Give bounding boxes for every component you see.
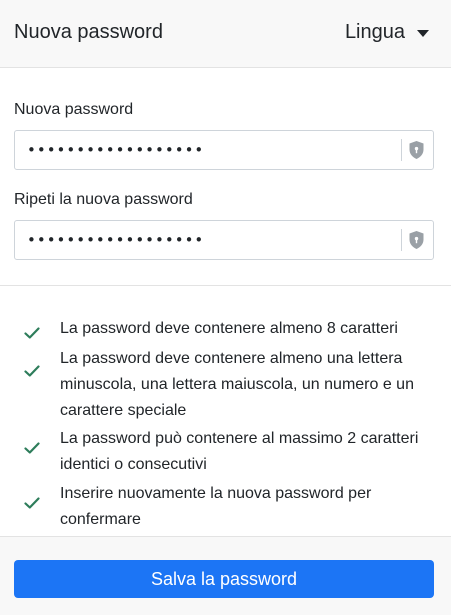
requirement-text: Inserire nuovamente la nuova password pe… xyxy=(60,485,372,528)
language-dropdown[interactable]: Lingua xyxy=(345,21,429,44)
check-icon xyxy=(24,327,40,339)
requirement-text: La password deve contenere almeno 8 cara… xyxy=(60,320,398,337)
section-divider xyxy=(0,285,451,286)
repeat-password-label: Ripeti la nuova password xyxy=(14,191,193,208)
page-title: Nuova password xyxy=(14,21,163,43)
new-password-label: Nuova password xyxy=(14,101,134,118)
save-password-button[interactable]: Salva la password xyxy=(14,560,434,598)
footer-bar: Salva la password xyxy=(0,536,451,615)
repeat-password-input[interactable] xyxy=(15,221,400,259)
input-separator xyxy=(401,139,402,161)
check-icon xyxy=(24,497,40,509)
input-separator xyxy=(401,229,402,251)
new-password-input[interactable] xyxy=(15,131,400,169)
repeat-password-field-wrapper xyxy=(14,220,434,260)
header-bar: Nuova password Lingua xyxy=(0,0,451,68)
language-label: Lingua xyxy=(344,21,405,43)
shield-icon[interactable] xyxy=(408,230,425,250)
check-icon xyxy=(24,365,40,377)
shield-icon[interactable] xyxy=(408,140,425,160)
chevron-down-icon xyxy=(417,30,429,37)
requirement-text: La password deve contenere almeno una le… xyxy=(60,350,414,419)
requirement-text: La password può contenere al massimo 2 c… xyxy=(60,430,419,473)
check-icon xyxy=(24,442,40,454)
new-password-field-wrapper xyxy=(14,130,434,170)
